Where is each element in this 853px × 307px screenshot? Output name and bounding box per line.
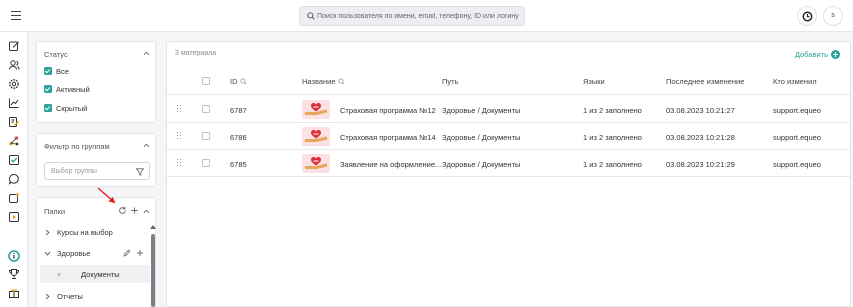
select-all-checkbox[interactable] [202,77,210,85]
thumbnail-heart-icon [302,100,330,119]
annotation-arrow-icon [97,187,116,204]
cell-languages: 1 из 2 заполнено [583,160,642,169]
group-filter-title: Фильтр по группам [44,142,110,151]
cell-modified: 03.08.2023 10:21:27 [666,106,735,115]
chevron-down-icon[interactable] [44,251,51,256]
column-path: Путь [442,77,459,86]
plus-icon[interactable] [136,249,144,257]
cell-modified-by: support.equeo [773,133,821,142]
chevron-up-icon[interactable] [143,143,150,148]
filter-icon [136,168,144,176]
thumbnail-heart-icon [302,127,330,146]
group-select-placeholder: Выбор группы [51,168,97,175]
cell-languages: 1 из 2 заполнено [583,106,642,115]
status-option-hidden[interactable]: Скрытый [44,103,87,113]
checklist-icon[interactable] [8,154,20,166]
column-languages: Языки [583,77,605,86]
nav-rail [0,32,28,307]
user-avatar[interactable]: s [823,6,843,26]
users-icon[interactable] [8,59,20,71]
cell-modified: 03.08.2023 10:21:28 [666,133,735,142]
trophy-icon[interactable] [8,268,20,280]
search-icon[interactable] [337,78,345,85]
cell-name[interactable]: Страховая программа №14 [340,133,436,142]
gift-icon[interactable] [8,287,20,299]
cell-id: 6787 [230,106,247,115]
row-checkbox[interactable] [202,132,210,140]
table-header: ID Название Путь Языки Последнее изменен… [167,67,850,95]
add-note-icon[interactable] [8,192,20,204]
chevron-right-icon[interactable] [45,229,50,236]
column-name[interactable]: Название [302,77,345,86]
folders-panel: Папки Курсы на выбор Здоровье Документы … [36,197,156,307]
add-button[interactable]: Добавить [795,49,840,60]
chat-icon[interactable] [8,173,20,185]
drag-handle-icon[interactable] [177,105,181,113]
folder-reports[interactable]: Отчеты [40,287,150,305]
cell-path: Здоровье / Документы [442,160,521,169]
status-filter-panel: Статус Все Активный Скрытый [36,41,156,123]
checkbox[interactable] [44,85,52,93]
info-icon[interactable] [8,250,20,262]
cell-name[interactable]: Заявление на оформление... [340,160,441,169]
search-icon [307,12,315,20]
row-checkbox[interactable] [202,159,210,167]
materials-count: 3 материала [175,50,217,57]
drag-handle-icon[interactable] [177,159,181,167]
status-title: Статус [44,50,68,59]
chevron-up-icon[interactable] [143,209,150,214]
checkbox[interactable] [44,104,52,112]
folder-health[interactable]: Здоровье [40,244,150,262]
history-button[interactable] [797,6,817,26]
clock-icon [802,11,813,22]
table-row[interactable]: 6787 Страховая программа №12 Здоровье / … [167,96,850,123]
cell-path: Здоровье / Документы [442,106,521,115]
plus-icon[interactable] [130,206,139,215]
folders-scrollbar[interactable] [151,234,155,307]
plus-circle-icon [831,50,840,59]
column-last-modified: Последнее изменение [666,77,745,86]
molecule-icon[interactable] [8,135,20,147]
cell-path: Здоровье / Документы [442,133,521,142]
folders-title: Папки [44,207,66,216]
settings-icon[interactable] [8,78,20,90]
checkbox[interactable] [44,67,52,75]
row-checkbox[interactable] [202,105,210,113]
status-option-all[interactable]: Все [44,66,69,76]
scroll-up-arrow[interactable] [150,225,156,229]
refresh-icon[interactable] [118,206,127,215]
cell-modified-by: support.equeo [773,160,821,169]
chevron-up-icon[interactable] [143,51,150,56]
top-bar: s [0,0,853,32]
chevron-right-icon[interactable] [45,293,50,300]
table-row[interactable]: 6785 Заявление на оформление... Здоровье… [167,150,850,177]
drag-handle-icon[interactable] [177,132,181,140]
cell-name[interactable]: Страховая программа №12 [340,106,436,115]
chart-icon[interactable] [8,97,20,109]
cell-languages: 1 из 2 заполнено [583,133,642,142]
search-icon[interactable] [239,78,247,85]
cell-modified: 03.08.2023 10:21:29 [666,160,735,169]
cell-id: 6785 [230,160,247,169]
thumbnail-heart-icon [302,154,330,173]
cell-modified-by: support.equeo [773,106,821,115]
column-modified-by: Кто изменил [773,77,817,86]
menu-icon[interactable] [11,11,21,20]
user-search[interactable] [299,6,525,26]
folder-documents[interactable]: Документы [40,265,150,283]
group-filter-panel: Фильтр по группам Выбор группы [36,133,156,187]
status-option-active[interactable]: Активный [44,84,90,94]
search-input[interactable] [317,10,521,23]
pencil-icon[interactable] [123,249,131,257]
column-id[interactable]: ID [230,77,247,86]
edit-icon[interactable] [8,40,20,52]
folder-courses[interactable]: Курсы на выбор [40,223,150,241]
chevron-right-icon [57,272,61,277]
document-edit-icon[interactable] [8,116,20,128]
table-row[interactable]: 6786 Страховая программа №14 Здоровье / … [167,123,850,150]
video-note-icon[interactable] [8,211,20,223]
cell-id: 6786 [230,133,247,142]
group-select[interactable]: Выбор группы [44,162,150,180]
materials-panel: 3 материала Добавить ID Название Путь Яз… [166,41,851,307]
